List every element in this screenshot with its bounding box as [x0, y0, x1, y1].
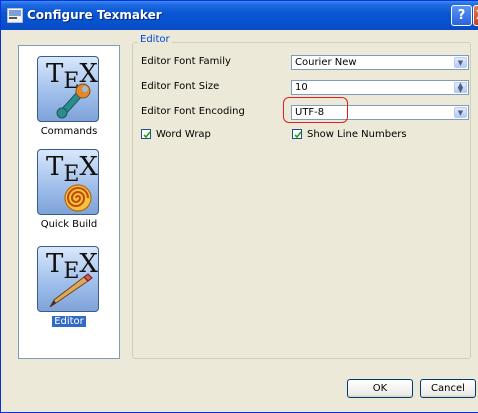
sidebar-item-label: Editor [52, 316, 86, 327]
word-wrap-label[interactable]: Word Wrap [156, 129, 211, 140]
pencil-icon: TEX [37, 246, 99, 312]
title-bar[interactable]: Configure Texmaker ? X [1, 1, 478, 30]
configure-dialog: Configure Texmaker ? X TEX Commands TEX [0, 0, 478, 413]
sidebar-item-label: Quick Build [40, 219, 98, 230]
font-size-spinbox[interactable]: 10 ▲ ▼ [291, 80, 469, 95]
sidebar-item-label: Commands [40, 126, 98, 137]
font-encoding-label: Editor Font Encoding [141, 106, 245, 117]
annotation-highlight [283, 97, 348, 123]
font-size-value: 10 [295, 82, 308, 93]
sidebar-item-commands[interactable]: TEX Commands [19, 52, 119, 144]
cancel-button[interactable]: Cancel [420, 379, 476, 398]
font-family-value: Courier New [295, 57, 357, 68]
checkmark-icon [143, 131, 151, 139]
chevron-down-icon[interactable]: ▼ [454, 57, 467, 68]
word-wrap-checkbox[interactable] [141, 129, 151, 139]
chevron-down-icon[interactable]: ▼ [454, 107, 467, 118]
app-icon [7, 8, 23, 23]
group-title: Editor [138, 34, 172, 45]
checkmark-icon [294, 131, 302, 139]
font-family-label: Editor Font Family [141, 56, 231, 67]
sidebar-item-editor[interactable]: TEX Editor [19, 242, 119, 334]
font-family-select[interactable]: Courier New ▼ [291, 55, 469, 70]
show-line-numbers-checkbox[interactable] [292, 129, 302, 139]
window-title: Configure Texmaker [27, 8, 162, 22]
ok-button[interactable]: OK [347, 379, 413, 398]
page-list[interactable]: TEX Commands TEX Quick Build TEX Editor [18, 45, 120, 359]
close-button[interactable]: X [473, 5, 478, 26]
show-line-numbers-label[interactable]: Show Line Numbers [307, 129, 407, 140]
sidebar-item-quick-build[interactable]: TEX Quick Build [19, 145, 119, 237]
help-button[interactable]: ? [451, 5, 472, 26]
spin-arrows-icon[interactable]: ▲ ▼ [454, 82, 467, 94]
font-size-label: Editor Font Size [141, 81, 220, 92]
wrench-icon: TEX [37, 56, 99, 122]
spiral-icon: TEX [37, 149, 99, 215]
